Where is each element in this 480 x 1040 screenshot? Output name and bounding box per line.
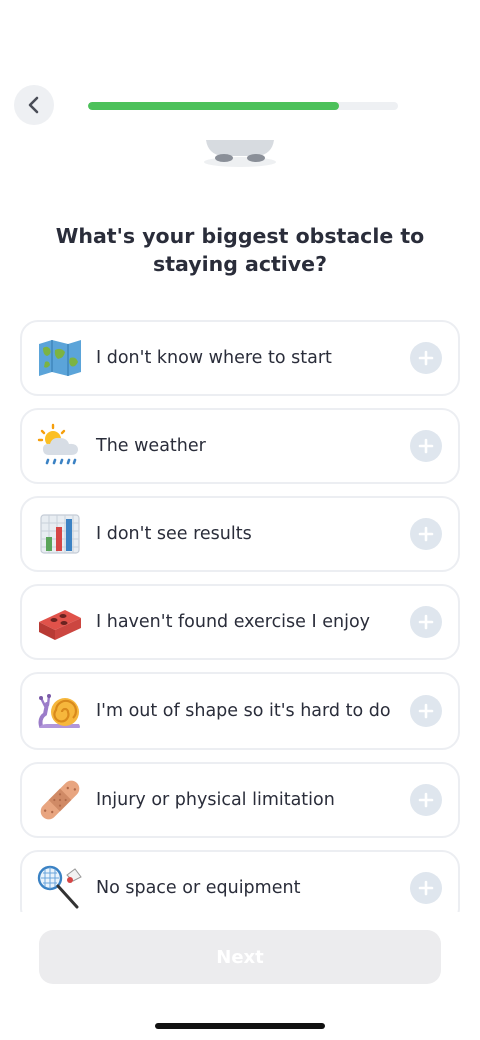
- option-weather[interactable]: The weather: [20, 408, 460, 484]
- snail-icon: [36, 687, 84, 735]
- plus-icon: [410, 784, 442, 816]
- chevron-left-icon: [28, 96, 39, 114]
- bandage-icon: [36, 776, 84, 824]
- option-injury[interactable]: Injury or physical limitation: [20, 762, 460, 838]
- option-no-space-equipment[interactable]: No space or equipment: [20, 850, 460, 912]
- option-dont-see-results[interactable]: I don't see results: [20, 496, 460, 572]
- badminton-icon: [36, 864, 84, 912]
- question-title: What's your biggest obstacle to staying …: [55, 224, 425, 276]
- sun-behind-rain-cloud-icon: [36, 422, 84, 470]
- brick-icon: [36, 598, 84, 646]
- option-label: I haven't found exercise I enjoy: [96, 611, 371, 632]
- plus-icon: [410, 430, 442, 462]
- option-havent-found-exercise[interactable]: I haven't found exercise I enjoy: [20, 584, 460, 660]
- option-dont-know-where-to-start[interactable]: I don't know where to start: [20, 320, 460, 396]
- back-button[interactable]: [14, 85, 54, 125]
- progress-bar: [88, 102, 398, 110]
- bar-chart-icon: [36, 510, 84, 558]
- mascot-feet-illustration: [204, 140, 276, 167]
- progress-fill: [88, 102, 340, 110]
- next-button[interactable]: Next: [39, 930, 441, 984]
- option-label: I don't know where to start: [96, 347, 332, 368]
- plus-icon: [410, 342, 442, 374]
- plus-icon: [410, 695, 442, 727]
- plus-icon: [410, 872, 442, 904]
- screen: What's your biggest obstacle to staying …: [0, 0, 480, 1040]
- option-out-of-shape[interactable]: I'm out of shape so it's hard to do: [20, 672, 460, 750]
- plus-icon: [410, 606, 442, 638]
- option-label: No space or equipment: [96, 877, 301, 898]
- options-list: I don't know where to start The weather …: [0, 318, 480, 912]
- world-map-icon: [36, 334, 84, 382]
- home-indicator: [155, 1023, 325, 1029]
- plus-icon: [410, 518, 442, 550]
- option-label: Injury or physical limitation: [96, 789, 335, 810]
- option-label: I don't see results: [96, 523, 252, 544]
- option-label: I'm out of shape so it's hard to do: [96, 700, 391, 721]
- option-label: The weather: [96, 435, 206, 456]
